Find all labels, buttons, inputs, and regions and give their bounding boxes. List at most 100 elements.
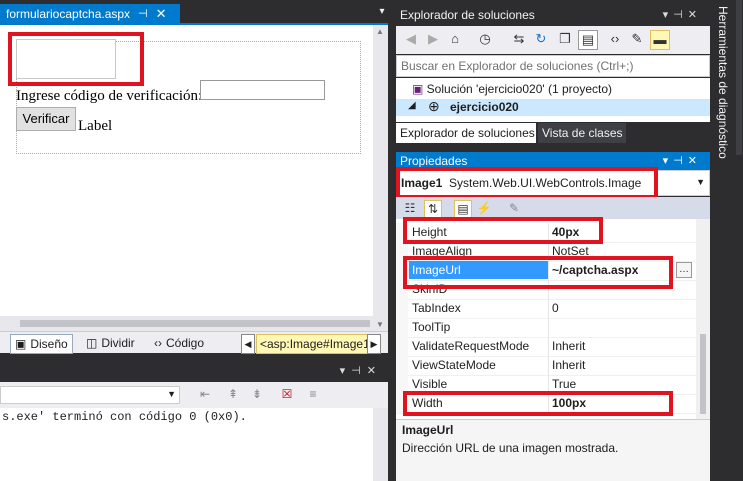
preview-icon[interactable]: ▬ xyxy=(650,30,670,50)
output-source-select[interactable]: ▼ xyxy=(0,386,180,404)
tab-split-view[interactable]: ◫ Dividir xyxy=(82,334,139,352)
property-name: ValidateRequestMode xyxy=(412,339,530,353)
forward-icon[interactable]: ▶ xyxy=(424,30,442,48)
scrollbar-thumb[interactable] xyxy=(700,334,706,414)
property-value[interactable]: 100px xyxy=(552,396,586,410)
properties-wrench-icon[interactable]: ✎ xyxy=(628,30,646,48)
tree-item-project[interactable]: ejercicio020 xyxy=(450,100,519,114)
prev-message-icon[interactable]: ⇞ xyxy=(224,387,242,403)
column-divider xyxy=(548,261,549,280)
property-row-height[interactable]: Height 40px xyxy=(396,223,696,243)
verification-input[interactable] xyxy=(200,80,325,100)
expand-arrow-icon[interactable]: ◢ xyxy=(408,100,416,111)
tab-dropdown-icon[interactable]: ▾ xyxy=(376,6,388,20)
design-view-label: Diseño xyxy=(30,337,68,351)
find-message-icon[interactable]: ⇤ xyxy=(196,387,214,403)
column-divider xyxy=(548,356,549,375)
property-name: SkinID xyxy=(412,282,448,296)
events-icon[interactable]: ⚡ xyxy=(476,200,492,216)
designer-horizontal-scrollbar[interactable] xyxy=(0,316,373,331)
tag-next-icon[interactable]: ▶ xyxy=(367,334,381,354)
description-title: ImageUrl xyxy=(402,423,454,437)
row-gutter xyxy=(396,318,408,337)
property-row-visible[interactable]: Visible True xyxy=(396,375,696,395)
sync-icon[interactable]: ⇆ xyxy=(510,30,528,48)
column-divider xyxy=(548,242,549,261)
image-control[interactable] xyxy=(16,39,116,79)
row-gutter xyxy=(396,261,408,280)
view-code-icon[interactable]: ‹› xyxy=(606,30,624,48)
verify-button[interactable]: Verificar xyxy=(16,107,76,131)
row-gutter xyxy=(396,394,408,413)
tree-item-solution[interactable]: ▣ Solución 'ejercicio020' (1 proyecto) xyxy=(412,82,612,96)
object-type: System.Web.UI.WebControls.Image xyxy=(449,176,642,190)
row-gutter xyxy=(396,242,408,261)
property-value[interactable]: 0 xyxy=(552,301,559,315)
result-label: Label xyxy=(78,118,113,134)
property-pages-icon[interactable]: ✎ xyxy=(506,200,522,216)
tree-item-project-row[interactable] xyxy=(396,99,710,116)
property-row-imageurl[interactable]: ImageUrl ~/captcha.aspx xyxy=(396,261,696,281)
scroll-down-icon[interactable]: ▼ xyxy=(376,320,384,329)
back-icon[interactable]: ◀ xyxy=(402,30,420,48)
scroll-up-icon[interactable]: ▲ xyxy=(376,27,384,36)
browse-ellipsis-button[interactable]: … xyxy=(676,262,692,278)
refresh-icon[interactable]: ↻ xyxy=(532,30,550,48)
property-row-width[interactable]: Width 100px xyxy=(396,394,696,414)
property-row-imagealign[interactable]: ImageAlign NotSet xyxy=(396,242,696,262)
show-all-files-icon[interactable]: ▤ xyxy=(578,30,598,50)
window-controls[interactable]: ▾⊣✕ xyxy=(663,152,702,170)
property-value[interactable]: NotSet xyxy=(552,244,589,258)
property-row-skinid[interactable]: SkinID xyxy=(396,280,696,300)
property-row-tabindex[interactable]: TabIndex 0 xyxy=(396,299,696,319)
object-selector[interactable]: Image1 System.Web.UI.WebControls.Image ▼ xyxy=(396,170,710,196)
tag-path[interactable]: <asp:Image#Image1 xyxy=(256,334,374,354)
property-row-validaterequestmode[interactable]: ValidateRequestMode Inherit xyxy=(396,337,696,357)
property-value[interactable]: Inherit xyxy=(552,358,585,372)
tag-prev-icon[interactable]: ◀ xyxy=(241,334,255,354)
property-name: ImageUrl xyxy=(409,261,548,279)
design-view-icon: ▣ xyxy=(15,337,27,351)
properties-icon[interactable]: ▤ xyxy=(454,200,472,218)
property-value[interactable]: Inherit xyxy=(552,339,585,353)
property-row-tooltip[interactable]: ToolTip xyxy=(396,318,696,338)
designer-vertical-scrollbar[interactable]: ▲ ▼ xyxy=(373,25,388,331)
word-wrap-icon[interactable]: ≡ xyxy=(304,387,322,403)
solution-search-input[interactable]: Buscar en Explorador de soluciones (Ctrl… xyxy=(396,55,710,77)
property-value[interactable]: ~/captcha.aspx xyxy=(552,263,638,277)
tab-design-view[interactable]: ▣ Diseño xyxy=(10,334,73,354)
property-name: TabIndex xyxy=(412,301,461,315)
collapse-all-icon[interactable]: ❐ xyxy=(556,30,574,48)
properties-title-text: Propiedades xyxy=(400,154,468,168)
column-divider xyxy=(548,394,549,413)
pin-icon[interactable]: ⊣ xyxy=(138,7,148,20)
diagnostic-tools-tab[interactable]: Herramientas de diagnóstico xyxy=(712,0,736,160)
window-controls[interactable]: ▾⊣✕ xyxy=(340,364,382,377)
close-icon[interactable]: ✕ xyxy=(156,6,167,22)
globe-icon: ⊕ xyxy=(428,98,440,114)
property-name: Width xyxy=(412,396,443,410)
property-grid-scrollbar[interactable] xyxy=(696,219,710,419)
tab-code-view[interactable]: ‹› Código xyxy=(150,334,208,352)
home-icon[interactable]: ⌂ xyxy=(446,30,464,48)
property-name: Visible xyxy=(412,377,448,391)
solution-icon: ▣ xyxy=(412,82,427,96)
next-message-icon[interactable]: ⇟ xyxy=(248,387,266,403)
property-value[interactable]: True xyxy=(552,377,576,391)
categorized-icon[interactable]: ☷ xyxy=(402,200,418,216)
document-tab[interactable]: formulariocaptcha.aspx ⊣ ✕ xyxy=(0,4,180,23)
output-scrollbar[interactable] xyxy=(373,408,388,481)
property-value[interactable]: 40px xyxy=(552,225,579,239)
history-icon[interactable]: ◷ xyxy=(476,30,494,48)
tab-class-view[interactable]: Vista de clases xyxy=(538,123,626,143)
window-controls[interactable]: ▾⊣✕ xyxy=(663,4,702,26)
verification-label: Ingrese código de verificación: xyxy=(16,88,203,104)
property-name: ToolTip xyxy=(412,320,451,334)
clear-all-icon[interactable]: ☒ xyxy=(278,387,296,403)
property-name: ViewStateMode xyxy=(412,358,496,372)
alphabetical-icon[interactable]: ⇅ xyxy=(424,200,442,218)
property-row-viewstatemode[interactable]: ViewStateMode Inherit xyxy=(396,356,696,376)
scrollbar-thumb[interactable] xyxy=(20,320,370,327)
tab-solution-explorer[interactable]: Explorador de soluciones xyxy=(396,123,536,143)
rail-scroll-indicator xyxy=(736,0,742,155)
